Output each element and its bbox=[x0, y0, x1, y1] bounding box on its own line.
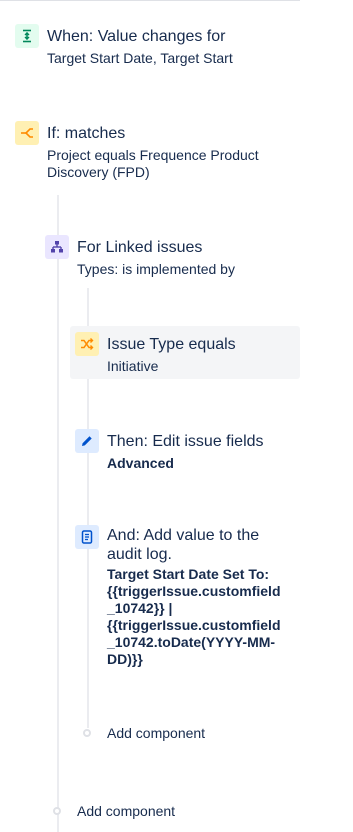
audit-action-title-line-1: And: Add value to the bbox=[107, 527, 260, 544]
branch-subtitle: Types: is implemented by bbox=[77, 261, 235, 277]
edit-action-title: Then: Edit issue fields bbox=[107, 433, 264, 450]
audit-action-detail-line: DD)}} bbox=[107, 651, 143, 667]
branch-title: For Linked issues bbox=[77, 239, 203, 256]
audit-action-detail-line: {{triggerIssue.customfield bbox=[107, 617, 281, 633]
audit-action-title-line-2: audit log. bbox=[107, 546, 172, 563]
add-component-branch-button[interactable]: Add component bbox=[107, 725, 205, 742]
issue-condition-subtitle: Initiative bbox=[107, 358, 159, 374]
audit-action-detail-line: _10742.toDate(YYYY-MM- bbox=[107, 634, 276, 650]
branch-condition-icon bbox=[15, 121, 39, 145]
hierarchy-icon bbox=[45, 235, 69, 259]
add-component-rule-button[interactable]: Add component bbox=[77, 803, 175, 820]
add-component-dot bbox=[83, 729, 91, 737]
shuffle-icon bbox=[75, 332, 99, 356]
pencil-icon bbox=[75, 429, 99, 453]
rule-connector-line bbox=[57, 195, 59, 832]
edit-action-detail: Advanced bbox=[107, 455, 174, 471]
issue-condition-title: Issue Type equals bbox=[107, 336, 236, 353]
value-change-icon bbox=[15, 24, 39, 48]
if-condition-title: If: matches bbox=[47, 125, 126, 142]
add-component-dot bbox=[53, 807, 61, 815]
top-divider bbox=[0, 0, 300, 1]
trigger-subtitle: Target Start Date, Target Start bbox=[47, 50, 233, 66]
document-icon bbox=[75, 525, 99, 549]
audit-action-detail-line: Target Start Date Set To: bbox=[107, 566, 270, 582]
audit-action-detail-line: {{triggerIssue.customfield bbox=[107, 583, 281, 599]
trigger-title: When: Value changes for bbox=[47, 28, 226, 45]
audit-action-detail-line: _10742}} | bbox=[107, 600, 173, 616]
if-condition-subtitle: Project equals Frequence Product Discove… bbox=[47, 147, 259, 180]
